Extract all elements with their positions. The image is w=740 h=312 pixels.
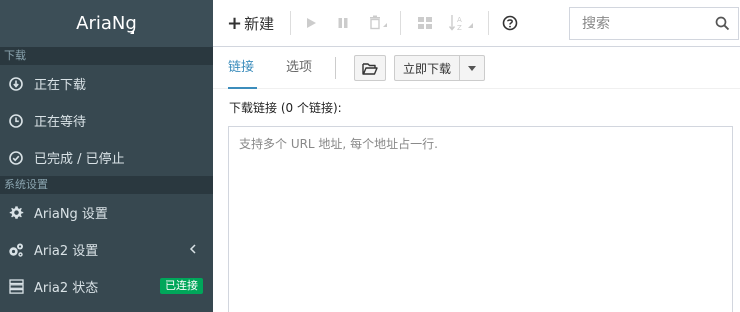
clock-icon <box>8 113 24 129</box>
status-badge: 已连接 <box>160 278 203 294</box>
search-box <box>569 7 739 40</box>
caret-down-icon <box>468 65 476 71</box>
sort-button[interactable]: AZ <box>446 12 478 34</box>
new-task-label: 新建 <box>244 14 275 33</box>
gears-icon <box>8 242 24 258</box>
start-button[interactable] <box>300 12 322 34</box>
sidebar-item-downloading[interactable]: 正在下载 <box>0 65 213 102</box>
new-task-button[interactable]: + 新建 <box>227 12 274 34</box>
sidebar-item-label: 正在等待 <box>34 115 87 130</box>
question-circle-icon <box>502 15 518 31</box>
sidebar-item-label: AriaNg 设置 <box>34 207 108 222</box>
folder-open-icon <box>362 62 378 75</box>
url-textarea[interactable] <box>228 126 733 312</box>
sidebar-item-label: 正在下载 <box>34 78 87 93</box>
pause-button[interactable] <box>332 12 354 34</box>
search-input[interactable] <box>570 8 700 39</box>
plus-icon: + <box>227 12 243 34</box>
brand-logo[interactable]: AriaNg <box>0 0 213 47</box>
check-circle-icon <box>8 150 24 166</box>
main-content: 下载链接 (0 个链接): <box>213 89 740 312</box>
sidebar-item-ariang-settings[interactable]: AriaNg 设置 <box>0 194 213 231</box>
brand-name: AriaNg <box>76 13 137 34</box>
brand-caret-icon <box>130 30 134 34</box>
sidebar-item-label: Aria2 设置 <box>34 244 99 259</box>
svg-text:A: A <box>457 16 462 24</box>
chevron-left-icon <box>189 243 197 258</box>
download-now-button[interactable]: 立即下载 <box>394 55 460 81</box>
trash-icon <box>370 15 387 30</box>
links-label: 下载链接 (0 个链接): <box>229 101 342 115</box>
server-icon <box>8 279 24 295</box>
play-icon <box>307 18 316 28</box>
sidebar: AriaNg 下载 正在下载 正在等待 已完成 / 已停止 系统设置 AriaN… <box>0 0 213 312</box>
pause-icon <box>338 18 348 28</box>
toolbar-divider <box>290 11 291 35</box>
section-header-downloads: 下载 <box>0 47 213 65</box>
open-file-button[interactable] <box>354 55 386 81</box>
sidebar-item-stopped[interactable]: 已完成 / 已停止 <box>0 139 213 176</box>
download-circle-icon <box>8 76 24 92</box>
toolbar-divider <box>400 11 401 35</box>
toolbar-divider <box>488 11 489 35</box>
svg-text:Z: Z <box>457 24 462 32</box>
toolbar: + 新建 AZ <box>213 0 740 47</box>
sidebar-item-label: Aria2 状态 <box>34 281 99 296</box>
help-button[interactable] <box>499 12 521 34</box>
delete-button[interactable] <box>364 12 392 34</box>
sidebar-item-waiting[interactable]: 正在等待 <box>0 102 213 139</box>
tab-links[interactable]: 链接 <box>228 47 257 89</box>
sidebar-item-label: 已完成 / 已停止 <box>34 152 125 167</box>
sidebar-item-aria2-status[interactable]: Aria2 状态 已连接 <box>0 268 213 305</box>
tabs-row: 链接 选项 立即下载 <box>213 47 740 89</box>
view-mode-button[interactable] <box>414 12 436 34</box>
sidebar-item-aria2-settings[interactable]: Aria2 设置 <box>0 231 213 268</box>
grid-icon <box>418 17 432 29</box>
sort-alpha-icon: AZ <box>448 15 473 32</box>
download-options-dropdown[interactable] <box>459 55 485 81</box>
section-header-settings: 系统设置 <box>0 176 213 194</box>
gear-icon <box>8 205 24 221</box>
tab-options[interactable]: 选项 <box>286 47 312 89</box>
tabs-divider <box>335 57 336 79</box>
search-icon[interactable] <box>715 16 730 35</box>
